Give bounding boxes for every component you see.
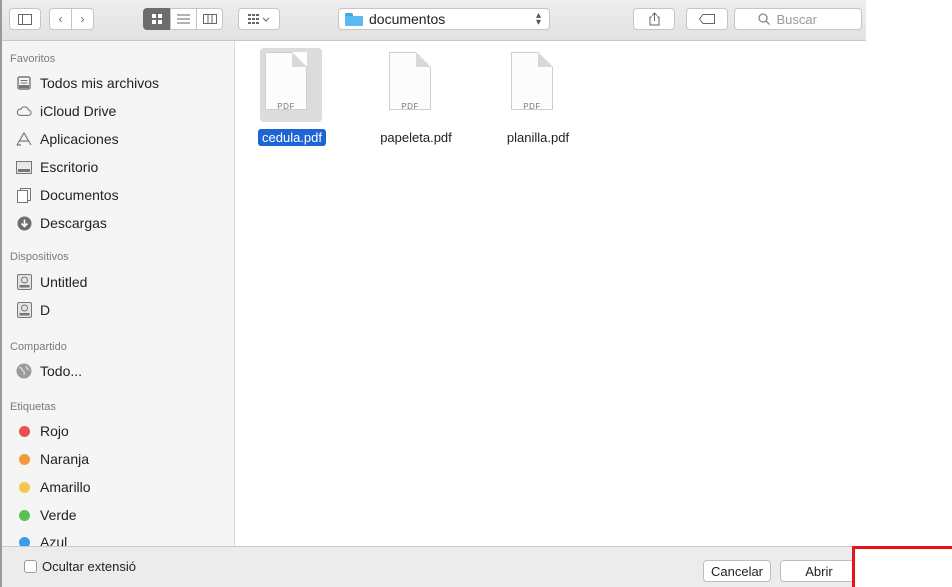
- documents-icon: [16, 187, 32, 203]
- tag-button[interactable]: [686, 8, 728, 30]
- page-fold-icon: [416, 52, 431, 67]
- network-globe-icon: [16, 363, 32, 379]
- sidebar-item-descargas[interactable]: Descargas: [16, 212, 107, 234]
- sidebar-item-tag-rojo[interactable]: Rojo: [16, 420, 69, 442]
- open-button[interactable]: Abrir: [780, 560, 858, 582]
- disk-icon: [16, 302, 32, 318]
- sidebar-item-icloud-drive[interactable]: iCloud Drive: [16, 100, 116, 122]
- file-name: cedula.pdf: [247, 129, 337, 146]
- sidebar-item-tag-azul[interactable]: Azul: [16, 531, 67, 546]
- yellow-tag-dot-icon: [19, 481, 30, 493]
- all-files-icon: [16, 75, 32, 91]
- sidebar-item-label: Naranja: [40, 451, 90, 467]
- share-button[interactable]: [633, 8, 675, 30]
- search-input[interactable]: [774, 10, 839, 28]
- sidebar-item-documentos[interactable]: Documentos: [16, 184, 119, 206]
- up-down-chevron-icon: ▴ ▾: [535, 10, 541, 28]
- file-browser: PDF cedula.pdf PDF papeleta.pdf PDF plan…: [235, 41, 866, 546]
- sidebar-item-label: Amarillo: [40, 479, 91, 495]
- sidebar-item-label: Untitled: [40, 274, 88, 290]
- sidebar-item-tag-amarillo[interactable]: Amarillo: [16, 476, 91, 498]
- orange-tag-dot-icon: [19, 453, 30, 465]
- back-forward-group: ‹ ›: [49, 8, 94, 30]
- sidebar-item-todo[interactable]: Todo...: [16, 360, 82, 382]
- section-header-compartido: Compartido: [10, 341, 67, 353]
- sidebar-item-label: D: [40, 302, 51, 318]
- section-header-dispositivos: Dispositivos: [10, 251, 69, 263]
- sidebar-item-label: Aplicaciones: [40, 131, 119, 147]
- file-name-text: planilla.pdf: [506, 130, 570, 145]
- hide-extension-label: Ocultar extensió: [42, 559, 136, 574]
- sidebar-item-label: Azul: [40, 534, 68, 546]
- sidebar-item-tag-verde[interactable]: Verde: [16, 504, 77, 526]
- tag-icon: [699, 14, 715, 24]
- sidebar-item-label: Documentos: [40, 187, 119, 203]
- page-fold-icon: [538, 52, 553, 67]
- file-type-tag: PDF: [401, 102, 419, 111]
- chevron-right-icon: ›: [80, 12, 85, 26]
- sidebar-item-tag-naranja[interactable]: Naranja: [16, 448, 89, 470]
- forward-button[interactable]: ›: [71, 8, 94, 30]
- bottom-bar: Ocultar extensió Cancelar Abrir: [0, 546, 866, 587]
- sidebar-icon: [18, 13, 32, 25]
- location-label: documentos: [369, 11, 446, 27]
- sidebar-item-label: Rojo: [40, 423, 69, 439]
- file-name: papeleta.pdf: [371, 130, 461, 145]
- sidebar-item-label: iCloud Drive: [40, 103, 117, 119]
- sidebar-item-label: Verde: [40, 507, 77, 523]
- location-popup[interactable]: documentos ▴ ▾: [338, 8, 550, 30]
- section-header-favoritos: Favoritos: [10, 53, 56, 65]
- folder-icon: [345, 12, 363, 26]
- icon-view-button[interactable]: [143, 8, 171, 30]
- applications-icon: [16, 131, 32, 147]
- back-button[interactable]: ‹: [49, 8, 72, 30]
- arrange-grid-icon: [248, 14, 270, 24]
- chevron-left-icon: ‹: [58, 12, 63, 26]
- page-fold-icon: [292, 52, 307, 67]
- columns-icon: [202, 14, 217, 24]
- highlight-rectangle: [852, 546, 952, 587]
- sidebar-item-label: Todos mis archivos: [40, 75, 160, 91]
- downloads-icon: [16, 215, 32, 231]
- sidebar-toggle-button[interactable]: [9, 8, 41, 30]
- file-name: planilla.pdf: [493, 130, 583, 145]
- view-mode-group: [143, 8, 223, 30]
- grid-icon: [152, 14, 162, 24]
- sidebar-item-label: Descargas: [40, 215, 107, 231]
- sidebar: Favoritos Todos mis archivos iCloud Driv…: [2, 41, 235, 546]
- blue-tag-dot-icon: [19, 536, 30, 546]
- arrange-button[interactable]: [238, 8, 280, 30]
- sidebar-item-untitled[interactable]: Untitled: [16, 271, 87, 293]
- sidebar-item-label: Escritorio: [40, 159, 99, 175]
- disk-icon: [16, 274, 32, 290]
- sidebar-item-d[interactable]: D: [16, 299, 50, 321]
- list-icon: [177, 14, 190, 24]
- file-open-dialog: ‹ › documentos ▴ ▾ Buscar Favoritos Todo…: [0, 0, 866, 587]
- file-type-tag: PDF: [277, 102, 295, 111]
- toolbar: ‹ › documentos ▴ ▾: [0, 0, 866, 41]
- file-type-tag: PDF: [523, 102, 541, 111]
- red-tag-dot-icon: [19, 425, 30, 437]
- sidebar-item-aplicaciones[interactable]: Aplicaciones: [16, 128, 119, 150]
- cloud-icon: [16, 103, 32, 119]
- green-tag-dot-icon: [19, 509, 30, 521]
- desktop-icon: [16, 159, 32, 175]
- sidebar-item-escritorio[interactable]: Escritorio: [16, 156, 98, 178]
- share-icon: [649, 12, 659, 26]
- column-view-button[interactable]: [196, 8, 223, 30]
- sidebar-item-label: Todo...: [40, 363, 83, 379]
- search-icon: [757, 13, 770, 25]
- cancel-button[interactable]: Cancelar: [703, 560, 771, 582]
- search-field[interactable]: [734, 8, 862, 30]
- list-view-button[interactable]: [170, 8, 197, 30]
- file-name-text: papeleta.pdf: [380, 130, 452, 145]
- file-name-text: cedula.pdf: [258, 129, 326, 146]
- sidebar-item-todos-mis-archivos[interactable]: Todos mis archivos: [16, 72, 159, 94]
- hide-extension-checkbox[interactable]: Ocultar extensió: [24, 559, 136, 574]
- checkbox-icon: [24, 560, 37, 573]
- section-header-etiquetas: Etiquetas: [10, 401, 56, 413]
